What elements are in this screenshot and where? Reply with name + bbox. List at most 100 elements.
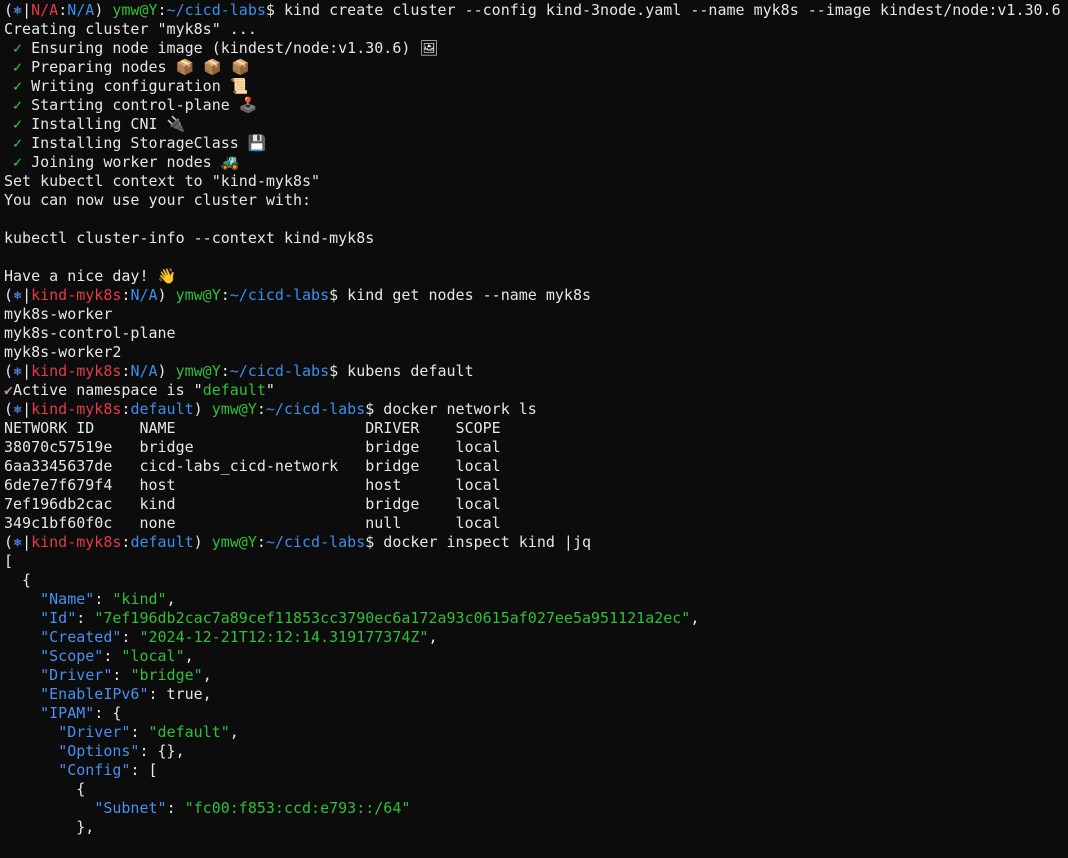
terminal-text-segment: N/A bbox=[67, 1, 95, 19]
terminal-text-segment: Writing configuration 📜 bbox=[22, 77, 249, 95]
terminal-line: { bbox=[4, 571, 1068, 590]
terminal-line: "Id": "7ef196db2cac7a89cef11853cc3790ec6… bbox=[4, 609, 1068, 628]
terminal-line: [ bbox=[4, 552, 1068, 571]
terminal-text-segment: " bbox=[265, 381, 275, 399]
terminal-line: "Options": {}, bbox=[4, 742, 1068, 761]
terminal-text-segment: : bbox=[220, 286, 230, 304]
terminal-text-segment: "Subnet" bbox=[94, 799, 167, 817]
terminal-line: 7ef196db2cac kind bridge local bbox=[4, 495, 1068, 514]
terminal-text-segment: Starting control-plane 🕹️ bbox=[22, 96, 258, 114]
terminal-text-segment: { bbox=[4, 571, 32, 589]
terminal-text-segment: , bbox=[166, 590, 176, 608]
terminal-text-segment: [ bbox=[4, 552, 14, 570]
terminal-text-segment: , bbox=[184, 647, 194, 665]
terminal-text-segment: | bbox=[22, 1, 32, 19]
terminal-line: 6aa3345637de cicd-labs_cicd-network brid… bbox=[4, 457, 1068, 476]
terminal-text-segment: ✓ bbox=[4, 115, 23, 133]
terminal-line: Have a nice day! 👋 bbox=[4, 267, 1068, 286]
terminal-text-segment: "Driver" bbox=[40, 666, 113, 684]
terminal-line: "Subnet": "fc00:f853:ccd:e793::/64" bbox=[4, 799, 1068, 818]
terminal-text-segment: : { bbox=[94, 704, 122, 722]
terminal-line: (⎈|kind-myk8s:default) ymw@Y:~/cicd-labs… bbox=[4, 400, 1068, 419]
terminal-text-segment: 6de7e7f679f4 host host local bbox=[4, 476, 501, 494]
terminal-line: "Driver": "default", bbox=[4, 723, 1068, 742]
terminal-text-segment: Ensuring node image (kindest/node:v1.30.… bbox=[22, 39, 439, 57]
terminal-line: 6de7e7f679f4 host host local bbox=[4, 476, 1068, 495]
terminal-text-segment: , bbox=[229, 723, 239, 741]
terminal-text-segment: $ kind create cluster --config kind-3nod… bbox=[265, 1, 1061, 19]
terminal-line: Creating cluster "myk8s" ... bbox=[4, 20, 1068, 39]
terminal-text-segment: Have a nice day! 👋 bbox=[4, 267, 177, 285]
terminal-text-segment: ) bbox=[193, 400, 212, 418]
terminal-window[interactable]: (⎈|N/A:N/A) ymw@Y:~/cicd-labs$ kind crea… bbox=[0, 0, 1068, 858]
terminal-text-segment: , bbox=[428, 628, 438, 646]
terminal-text-segment: : bbox=[220, 362, 230, 380]
terminal-text-segment: "Scope" bbox=[40, 647, 104, 665]
terminal-text-segment: 7ef196db2cac kind bridge local bbox=[4, 495, 501, 513]
terminal-line: (⎈|kind-myk8s:default) ymw@Y:~/cicd-labs… bbox=[4, 533, 1068, 552]
terminal-line: ✓ Installing StorageClass 💾 bbox=[4, 134, 1068, 153]
terminal-text-segment: ( bbox=[4, 1, 14, 19]
terminal-text-segment: | bbox=[22, 533, 32, 551]
terminal-text-segment: ( bbox=[4, 533, 14, 551]
terminal-text-segment: "fc00:f853:ccd:e793::/64" bbox=[184, 799, 411, 817]
terminal-text-segment: : true, bbox=[148, 685, 212, 703]
terminal-text-segment: | bbox=[22, 400, 32, 418]
terminal-line: "Created": "2024-12-21T12:12:14.31917737… bbox=[4, 628, 1068, 647]
terminal-line: 38070c57519e bridge bridge local bbox=[4, 438, 1068, 457]
terminal-text-segment: ⎈ bbox=[13, 286, 23, 304]
terminal-text-segment: $ docker inspect kind |jq bbox=[365, 533, 592, 551]
terminal-text-segment: : [ bbox=[130, 761, 158, 779]
terminal-line: "Config": [ bbox=[4, 761, 1068, 780]
terminal-text-segment: $ kind get nodes --name myk8s bbox=[329, 286, 592, 304]
terminal-text-segment: ymw@Y bbox=[211, 533, 257, 551]
terminal-text-segment: , bbox=[690, 609, 700, 627]
terminal-text-segment: : bbox=[76, 609, 95, 627]
terminal-text-segment: ( bbox=[4, 362, 14, 380]
terminal-text-segment: "Created" bbox=[40, 628, 122, 646]
terminal-text-segment: ) bbox=[193, 533, 212, 551]
terminal-text-segment: kind-myk8s bbox=[31, 286, 122, 304]
terminal-line: ✓ Writing configuration 📜 bbox=[4, 77, 1068, 96]
terminal-text-segment: 38070c57519e bridge bridge local bbox=[4, 438, 501, 456]
terminal-text-segment: ~/cicd-labs bbox=[229, 286, 330, 304]
terminal-text-segment: Creating cluster "myk8s" ... bbox=[4, 20, 257, 38]
terminal-line: ✓ Starting control-plane 🕹️ bbox=[4, 96, 1068, 115]
terminal-text-segment: : bbox=[130, 723, 149, 741]
terminal-text-segment: kubectl cluster-info --context kind-myk8… bbox=[4, 229, 375, 247]
terminal-text-segment: myk8s-control-plane bbox=[4, 324, 176, 342]
terminal-text-segment: Installing StorageClass 💾 bbox=[22, 134, 267, 152]
terminal-text-segment: ✓ bbox=[4, 153, 23, 171]
terminal-text-segment: : {}, bbox=[139, 742, 185, 760]
terminal-text-segment: N/A bbox=[130, 362, 158, 380]
terminal-text-segment: 349c1bf60f0c none null local bbox=[4, 514, 501, 532]
terminal-text-segment: { bbox=[4, 780, 86, 798]
terminal-text-segment: 6aa3345637de cicd-labs_cicd-network brid… bbox=[4, 457, 501, 475]
terminal-text-segment: ) bbox=[157, 362, 176, 380]
terminal-text-segment: ⎈ bbox=[13, 362, 23, 380]
terminal-text-segment: : bbox=[256, 533, 266, 551]
terminal-text-segment: default bbox=[130, 533, 194, 551]
terminal-text-segment: : bbox=[58, 1, 68, 19]
terminal-text-segment: myk8s-worker2 bbox=[4, 343, 122, 361]
terminal-text-segment: $ docker network ls bbox=[365, 400, 537, 418]
terminal-text-segment: ymw@Y bbox=[112, 1, 158, 19]
terminal-text-segment: ( bbox=[4, 286, 14, 304]
terminal-line: ✓ Ensuring node image (kindest/node:v1.3… bbox=[4, 39, 1068, 58]
terminal-line: 349c1bf60f0c none null local bbox=[4, 514, 1068, 533]
terminal-line: "Driver": "bridge", bbox=[4, 666, 1068, 685]
terminal-text-segment: ✓ bbox=[4, 39, 23, 57]
terminal-line: Set kubectl context to "kind-myk8s" bbox=[4, 172, 1068, 191]
terminal-text-segment: "Driver" bbox=[58, 723, 131, 741]
terminal-text-segment: default bbox=[130, 400, 194, 418]
terminal-line: NETWORK ID NAME DRIVER SCOPE bbox=[4, 419, 1068, 438]
terminal-text-segment: ymw@Y bbox=[175, 286, 221, 304]
terminal-line: (⎈|kind-myk8s:N/A) ymw@Y:~/cicd-labs$ ku… bbox=[4, 362, 1068, 381]
terminal-text-segment: default bbox=[202, 381, 266, 399]
terminal-text-segment: Joining worker nodes 🚜 bbox=[22, 153, 240, 171]
